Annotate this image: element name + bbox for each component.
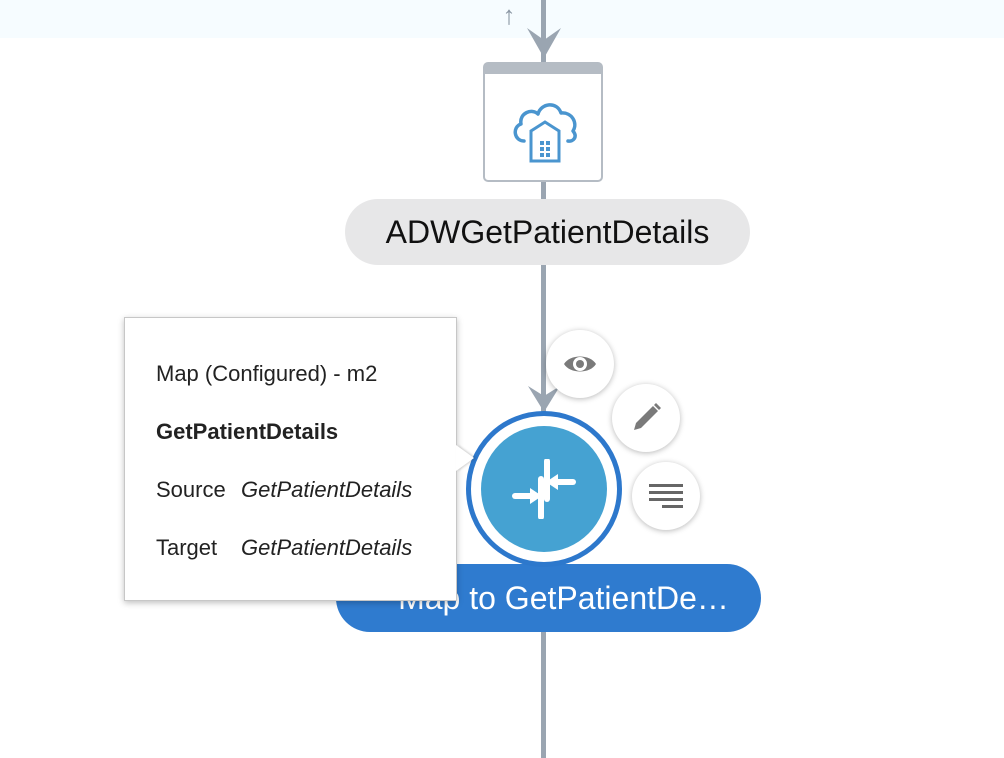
incoming-arrow-icon [527, 28, 561, 58]
pencil-icon [634, 403, 661, 430]
cloud-warehouse-icon [513, 103, 577, 163]
edit-button[interactable] [612, 384, 680, 452]
map-node[interactable] [466, 411, 622, 567]
eye-icon [564, 356, 596, 372]
map-node-circle[interactable] [481, 426, 607, 552]
map-node-tooltip: Map (Configured) - m2 GetPatientDetails … [124, 317, 474, 601]
tooltip-source-row: Source GetPatientDetails [156, 477, 412, 503]
adw-node-label[interactable]: ADWGetPatientDetails [345, 199, 750, 265]
tooltip-source-value: GetPatientDetails [241, 477, 413, 502]
view-button[interactable] [546, 330, 614, 398]
tooltip-source-label: Source [156, 477, 226, 502]
tooltip-target-label: Target [156, 535, 218, 560]
tooltip-target-value: GetPatientDetails [241, 535, 413, 560]
map-arrows-icon [512, 459, 576, 519]
tooltip-action-type: Map (Configured) - m2 [156, 361, 378, 386]
tooltip-target-row: Target GetPatientDetails [156, 535, 412, 561]
more-actions-button[interactable] [632, 462, 700, 530]
tooltip-caret [456, 445, 474, 471]
menu-lines-icon [649, 484, 683, 508]
up-arrow-icon[interactable]: ↑ [499, 0, 519, 30]
adw-adapter-node[interactable] [483, 62, 603, 182]
tooltip-action-name: GetPatientDetails [156, 419, 339, 444]
